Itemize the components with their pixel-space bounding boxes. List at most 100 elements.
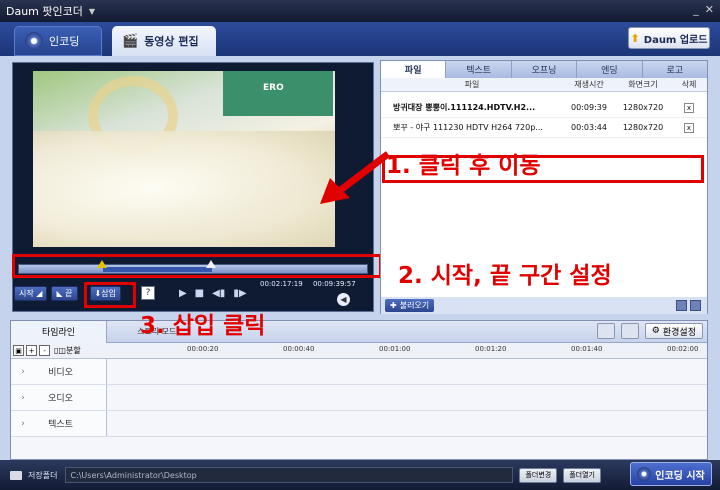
ruler-tick: 00:02:00 xyxy=(667,345,699,353)
highlight-box-range xyxy=(12,254,382,278)
plus-icon: ✚ xyxy=(390,301,397,310)
tab-timeline[interactable]: 타임라인 xyxy=(11,320,107,343)
file-duration: 00:03:44 xyxy=(571,123,607,132)
col-duration: 재생시간 xyxy=(574,80,604,89)
track-label: 비디오 xyxy=(48,368,73,378)
tab-video-edit[interactable]: 🎬 동영상 편집 xyxy=(112,26,216,56)
file-panel-footer: ✚ 불러오기 xyxy=(381,297,707,314)
ruler-tick: 00:01:40 xyxy=(571,345,603,353)
time-display: 00:02:17:19 00:09:39:57 xyxy=(260,280,364,288)
track-audio[interactable]: › 오디오 xyxy=(11,385,707,411)
zoom-in-icon[interactable]: + xyxy=(26,345,37,356)
set-start-button[interactable]: 시작 ◢ xyxy=(14,285,48,301)
ruler-tick: 00:01:00 xyxy=(379,345,411,353)
zoom-tools: ▣ + - ▯◫분할 xyxy=(11,345,81,356)
total-time: 00:09:39:57 xyxy=(312,280,356,288)
disc-icon xyxy=(25,32,43,50)
main-tab-bar: 인코딩 🎬 동영상 편집 ⬆ Daum 업로드 xyxy=(0,22,720,56)
help-button[interactable]: ? xyxy=(140,286,155,300)
tab-text[interactable]: 텍스트 xyxy=(446,61,512,78)
prev-frame-icon[interactable]: ◀▮ xyxy=(212,288,225,299)
encode-icon xyxy=(637,467,652,481)
grid-view-icon[interactable] xyxy=(690,300,701,311)
save-icon[interactable] xyxy=(620,323,639,339)
annotation-arrow-icon xyxy=(320,151,391,204)
file-table-header: 파일 재생시간 화면크기 삭제 xyxy=(381,78,707,92)
transport-controls: ▶ ■ ◀▮ ▮▶ xyxy=(179,288,247,299)
file-row[interactable]: 방귀대장 뿡뿡이.111124.HDTV.H2... 00:09:39 1280… xyxy=(381,98,707,118)
title-dropdown-icon[interactable]: ▼ xyxy=(89,7,95,16)
delete-file-button[interactable]: x xyxy=(684,122,694,133)
app-title: Daum 팟인코더 xyxy=(6,5,83,18)
window-controls: _ ✕ xyxy=(693,3,714,16)
track-text[interactable]: › 텍스트 xyxy=(11,411,707,437)
zoom-out-icon[interactable]: - xyxy=(39,345,50,356)
split-label: 분할 xyxy=(65,346,81,355)
change-folder-button[interactable]: 폴더변경 xyxy=(519,467,558,483)
file-panel-tabs: 파일 텍스트 오프닝 엔딩 로고 xyxy=(381,61,707,78)
list-view-icon[interactable] xyxy=(676,300,687,311)
tab-encoding-label: 인코딩 xyxy=(49,35,80,48)
annotation-step1: 1. 클릭 후 이동 xyxy=(386,153,541,179)
tab-ending[interactable]: 엔딩 xyxy=(577,61,643,78)
film-icon: 🎬 xyxy=(122,33,139,49)
editor-area: ERO 시작 ◢ ◣ 끝 ⬇ 삽입 ? ▶ ■ ◀▮ ▮▶ 00:02:17:19… xyxy=(0,56,720,460)
tab-file[interactable]: 파일 xyxy=(381,61,447,78)
volume-icon[interactable]: ◀ xyxy=(337,293,350,306)
start-encoding-label: 인코딩 시작 xyxy=(655,470,705,482)
ruler-tick: 00:01:20 xyxy=(475,345,507,353)
track-video[interactable]: › 비디오 xyxy=(11,359,707,385)
track-label: 텍스트 xyxy=(48,420,73,430)
tab-logo[interactable]: 로고 xyxy=(643,61,707,78)
chevron-right-icon[interactable]: › xyxy=(11,393,35,403)
timeline-header: 타임라인 스토리 모드 ⚙ 환경설정 xyxy=(11,320,707,343)
annotation-step2: 2. 시작, 끝 구간 설정 xyxy=(398,263,612,289)
upload-arrow-icon: ⬆ xyxy=(630,31,640,45)
daum-upload-button[interactable]: ⬆ Daum 업로드 xyxy=(628,27,710,49)
set-end-button[interactable]: ◣ 끝 xyxy=(51,285,78,301)
track-label: 오디오 xyxy=(48,394,73,404)
current-time: 00:02:17:19 xyxy=(260,280,303,288)
file-size: 1280x720 xyxy=(622,103,664,112)
play-icon[interactable]: ▶ xyxy=(179,288,187,299)
chevron-right-icon[interactable]: › xyxy=(11,419,35,429)
tab-video-edit-label: 동영상 편집 xyxy=(144,35,199,48)
open-folder-button[interactable]: 폴더열기 xyxy=(563,467,601,483)
tab-encoding[interactable]: 인코딩 xyxy=(14,26,102,56)
folder-icon[interactable] xyxy=(596,323,615,339)
col-file: 파일 xyxy=(464,80,480,89)
file-row[interactable]: 뽀꾸 - 야구 111230 HDTV H264 720p... 00:03:4… xyxy=(381,118,707,138)
file-duration: 00:09:39 xyxy=(571,103,607,112)
upload-button-label: Daum 업로드 xyxy=(643,34,708,46)
save-folder-label: 저장폴더 xyxy=(28,470,58,480)
split-button[interactable]: ▯◫분할 xyxy=(54,345,81,356)
ruler-tick: 00:00:40 xyxy=(283,345,315,353)
chevron-right-icon[interactable]: › xyxy=(11,367,35,377)
file-name: 뽀꾸 - 야구 111230 HDTV H264 720p... xyxy=(393,123,543,132)
video-watermark: ERO xyxy=(263,83,284,93)
next-frame-icon[interactable]: ▮▶ xyxy=(233,288,246,299)
settings-label: 환경설정 xyxy=(662,327,696,338)
file-size: 1280x720 xyxy=(622,123,664,132)
file-name: 방귀대장 뿡뿡이.111124.HDTV.H2... xyxy=(393,103,536,112)
start-encoding-button[interactable]: 인코딩 시작 xyxy=(630,462,712,486)
timeline-panel: 타임라인 스토리 모드 ⚙ 환경설정 ▣ + - ▯◫분할 00:00:20 00… xyxy=(10,320,708,460)
title-bar: Daum 팟인코더 ▼ _ ✕ xyxy=(0,0,720,22)
load-file-label: 불러오기 xyxy=(399,301,430,310)
bottom-bar: 저장폴더 C:\Users\Administrator\Desktop 폴더변경… xyxy=(0,460,720,490)
annotation-step3: 3. 삽입 클릭 xyxy=(140,313,266,339)
settings-button[interactable]: ⚙ 환경설정 xyxy=(644,323,703,339)
timeline-tools: ⚙ 환경설정 xyxy=(596,323,703,339)
save-path-field[interactable]: C:\Users\Administrator\Desktop xyxy=(65,467,514,483)
close-button[interactable]: ✕ xyxy=(705,3,714,16)
gear-icon: ⚙ xyxy=(651,326,660,336)
stop-icon[interactable]: ■ xyxy=(195,288,204,299)
delete-file-button[interactable]: x xyxy=(684,102,694,113)
video-preview[interactable]: ERO xyxy=(33,71,335,247)
col-size: 화면크기 xyxy=(628,80,658,89)
fit-icon[interactable]: ▣ xyxy=(13,345,24,356)
load-file-button[interactable]: ✚ 불러오기 xyxy=(385,299,435,312)
set-start-label: 시작 xyxy=(19,288,34,298)
tab-opening[interactable]: 오프닝 xyxy=(512,61,578,78)
minimize-button[interactable]: _ xyxy=(693,3,699,16)
